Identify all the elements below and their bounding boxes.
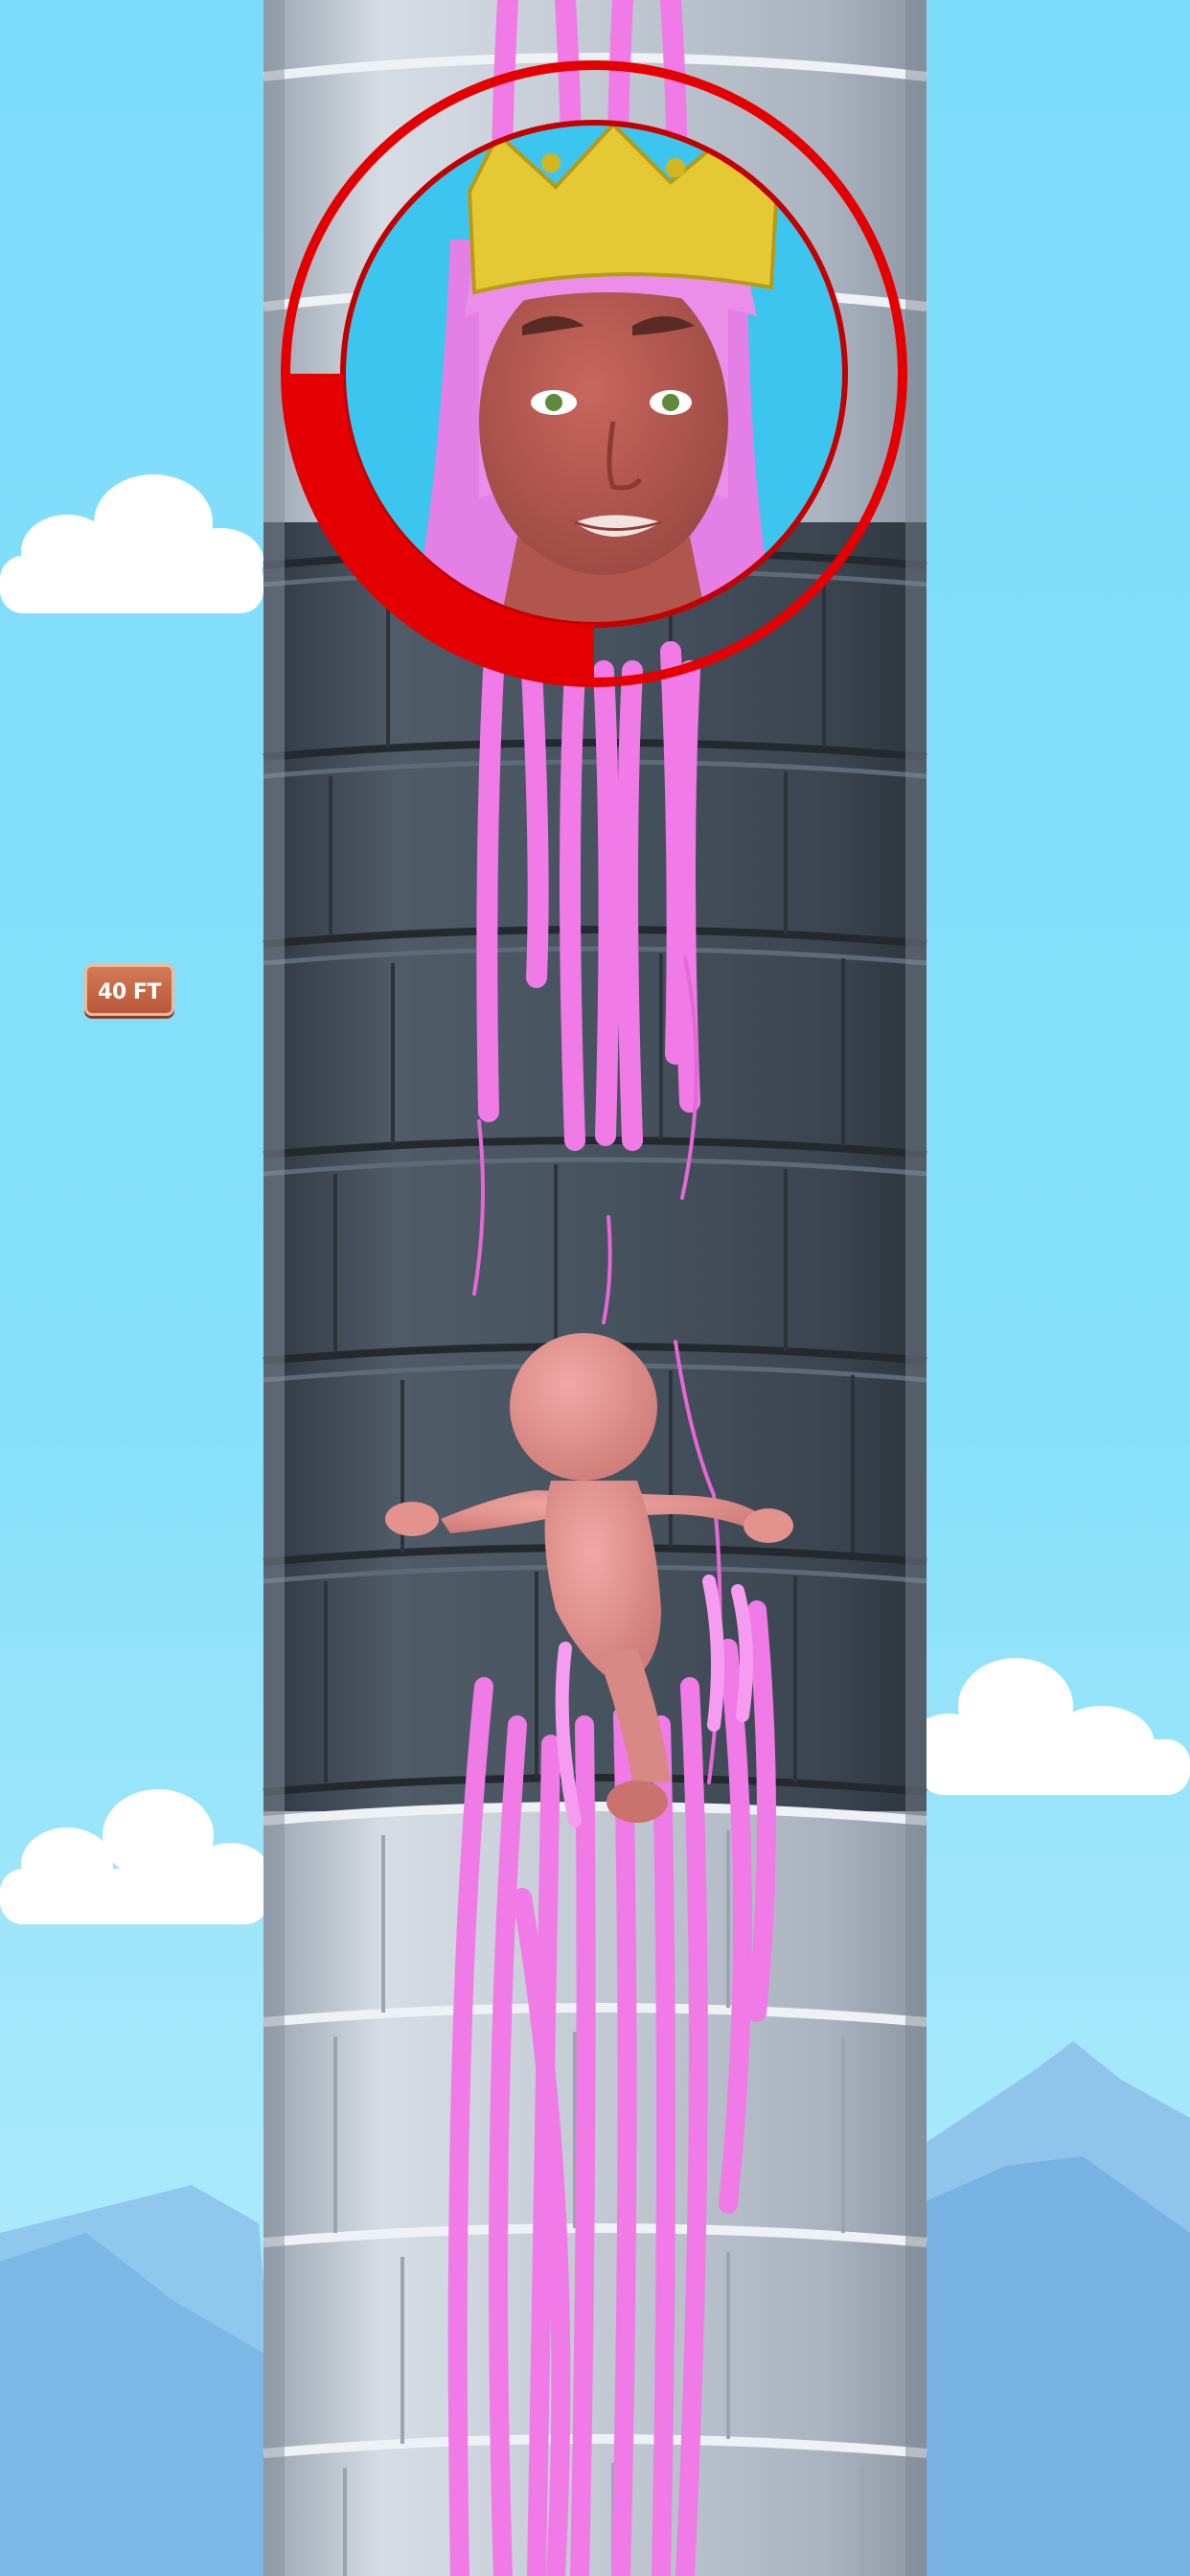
cloud-left-lower (0, 1789, 270, 1924)
cloud-right (910, 1658, 1190, 1795)
game-scene (0, 0, 1190, 2576)
cloud-left-upper (0, 474, 263, 613)
princess-portrait (281, 60, 907, 687)
game-viewport[interactable]: 40 FT (0, 0, 1190, 2576)
height-label: 40 FT (84, 964, 174, 1016)
